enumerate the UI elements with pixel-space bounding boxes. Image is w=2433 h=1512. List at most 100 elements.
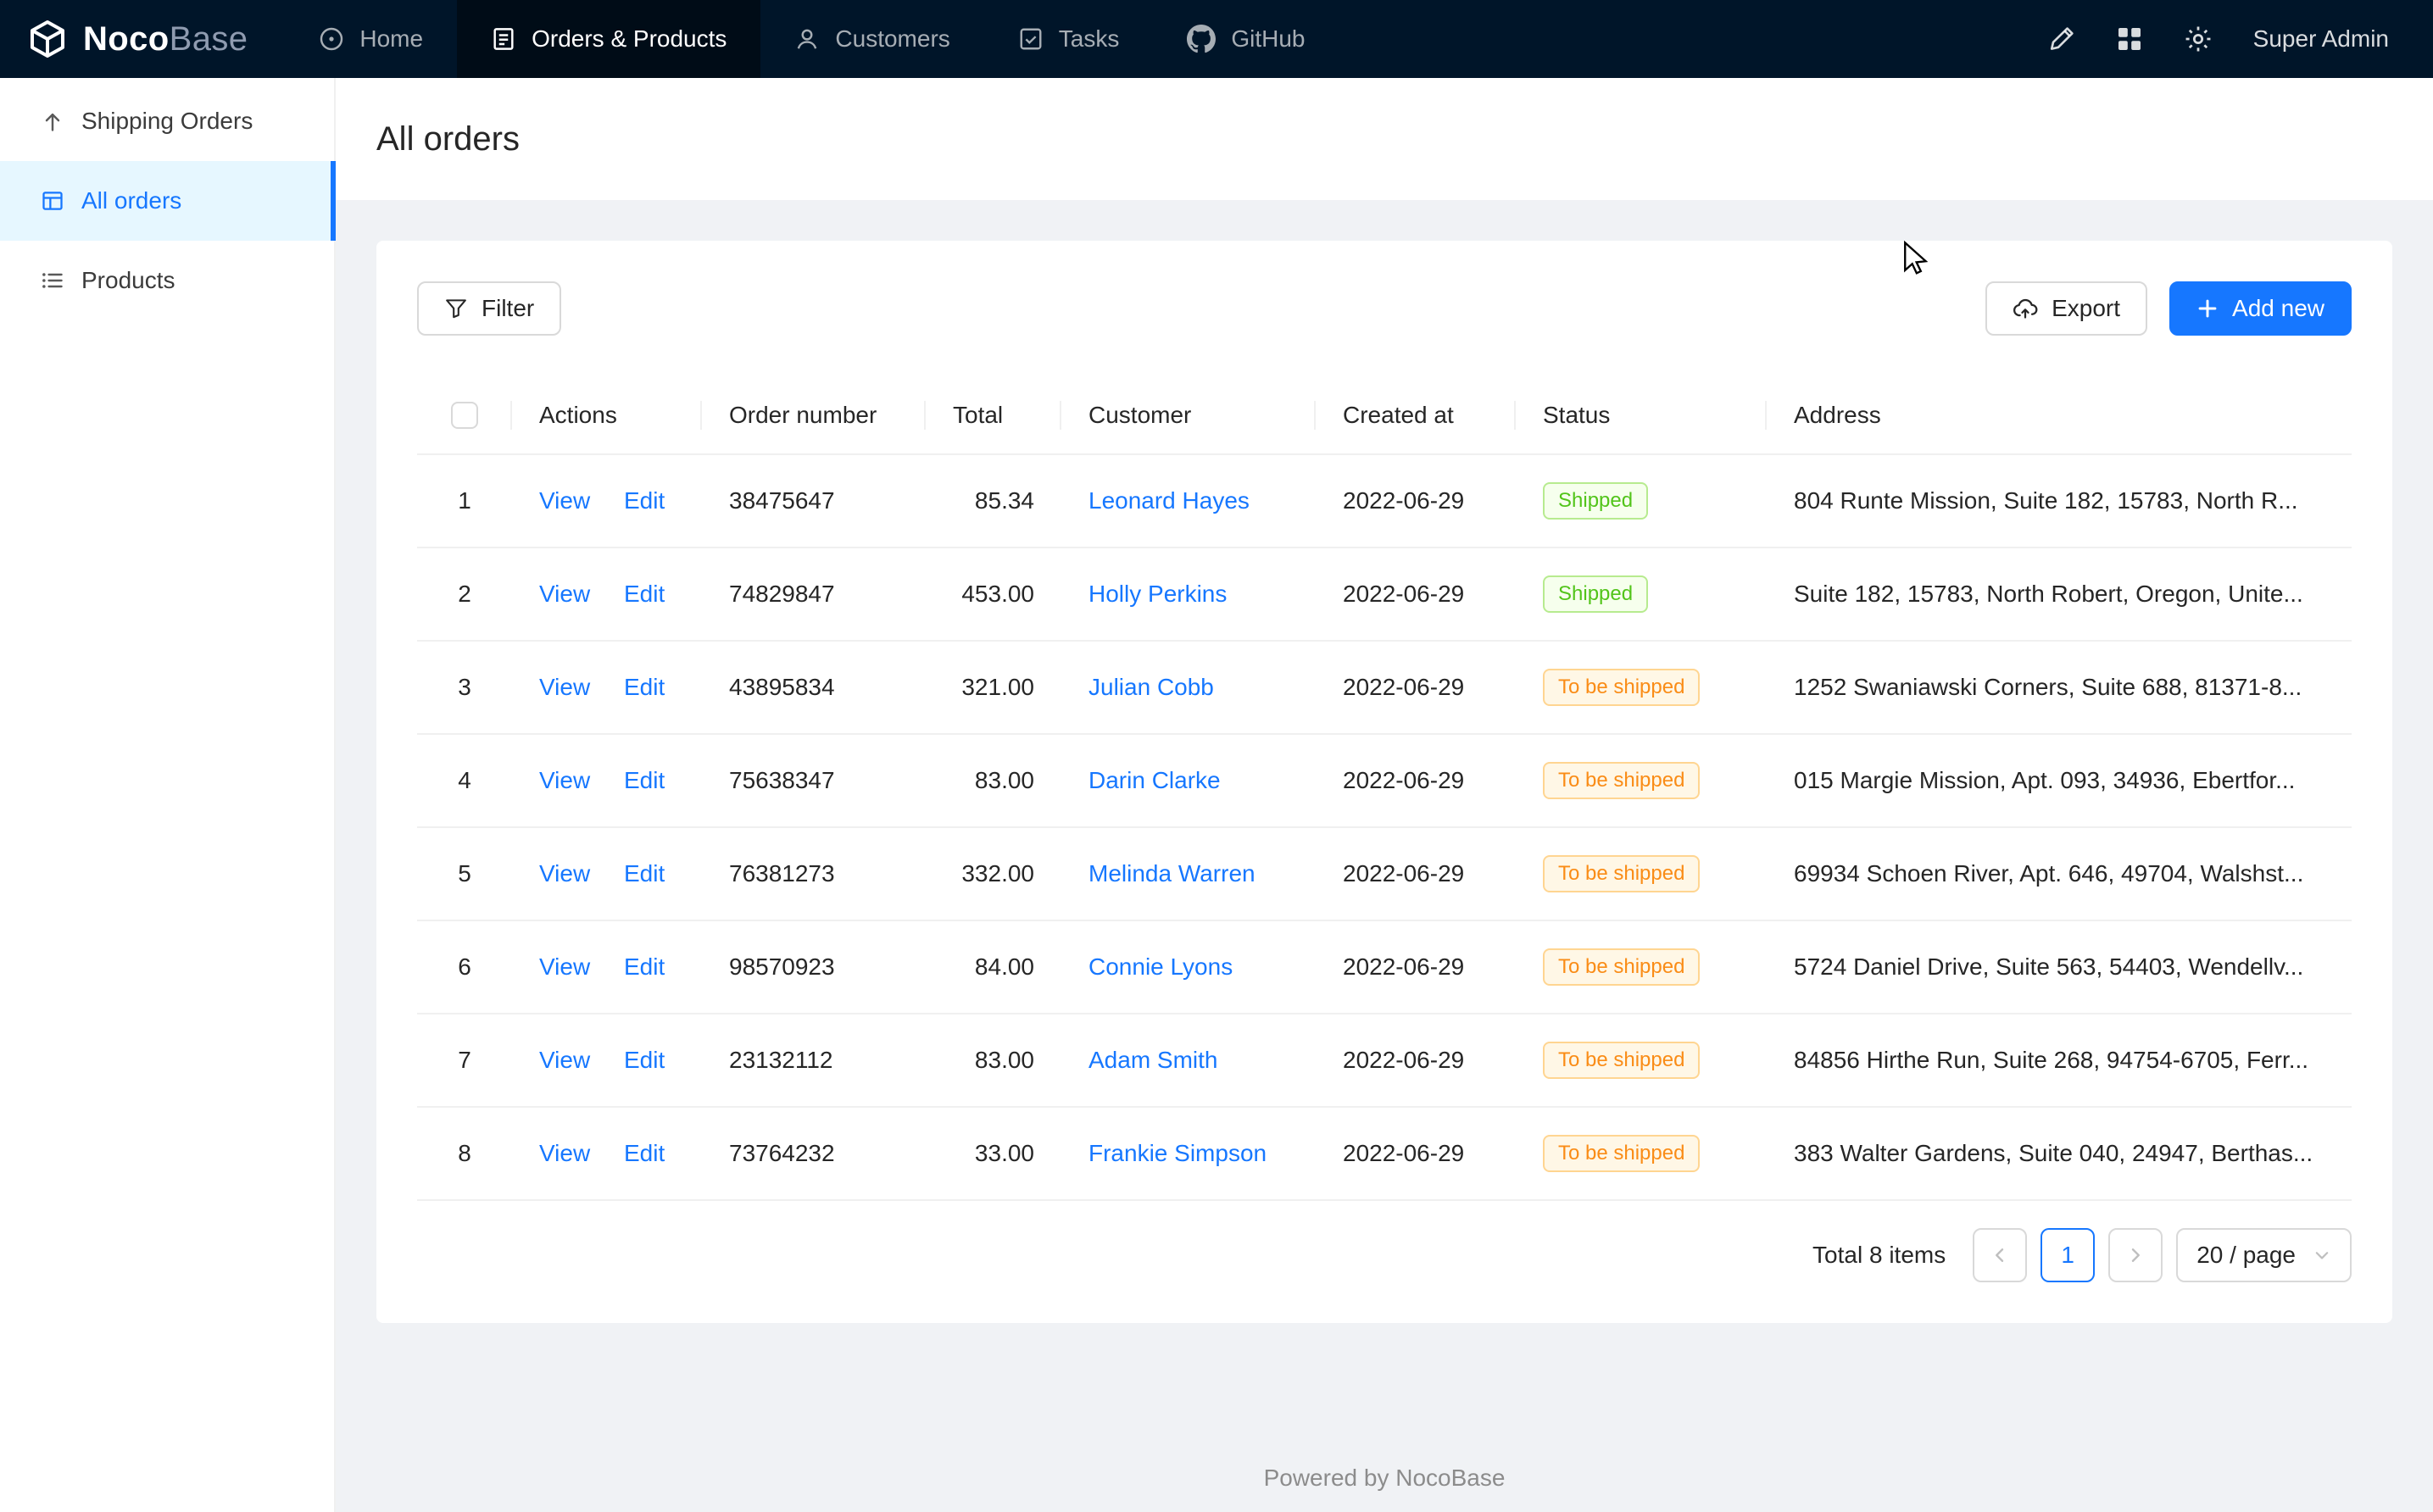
status-badge: To be shipped <box>1543 948 1700 986</box>
edit-link[interactable]: Edit <box>624 1047 665 1073</box>
sidebar-item-shipping-orders[interactable]: Shipping Orders <box>0 81 334 161</box>
select-all-checkbox[interactable] <box>451 402 478 429</box>
tasks-check-icon <box>1018 26 1044 52</box>
column-header-total: Total <box>926 376 1061 454</box>
table-body: 1 View Edit 38475647 85.34 Leonard Hayes… <box>417 454 2352 1200</box>
customer-link[interactable]: Adam Smith <box>1088 1047 1218 1073</box>
page-size-select[interactable]: 20 / page <box>2176 1228 2352 1282</box>
view-link[interactable]: View <box>539 487 590 514</box>
customer-cell: Melinda Warren <box>1061 827 1316 920</box>
brand-name-bold: Noco <box>83 20 170 58</box>
order-number-cell: 38475647 <box>702 454 926 548</box>
address-cell: 84856 Hirthe Run, Suite 268, 94754-6705,… <box>1767 1014 2352 1107</box>
edit-link[interactable]: Edit <box>624 674 665 700</box>
customer-link[interactable]: Frankie Simpson <box>1088 1140 1267 1166</box>
edit-link[interactable]: Edit <box>624 860 665 887</box>
chevron-right-icon <box>2125 1245 2146 1265</box>
main-nav: Home Orders & Products Customers Tasks <box>285 0 1339 78</box>
address-cell: 5724 Daniel Drive, Suite 563, 54403, Wen… <box>1767 920 2352 1014</box>
top-navbar: NocoBase Home Orders & Products Customer… <box>0 0 2433 78</box>
status-cell: Shipped <box>1516 454 1767 548</box>
customer-link[interactable]: Melinda Warren <box>1088 860 1255 887</box>
table-toolbar: Filter Export Add new <box>417 281 2352 336</box>
column-header-address: Address <box>1767 376 2352 454</box>
created-at-cell: 2022-06-29 <box>1316 1107 1516 1200</box>
customer-link[interactable]: Holly Perkins <box>1088 581 1227 607</box>
total-cell: 33.00 <box>926 1107 1061 1200</box>
settings-gear-icon[interactable] <box>2184 25 2213 53</box>
created-at-cell: 2022-06-29 <box>1316 454 1516 548</box>
table-header-row: Actions Order number Total Customer Crea… <box>417 376 2352 454</box>
order-number-cell: 76381273 <box>702 827 926 920</box>
plugin-grid-icon[interactable] <box>2116 25 2143 53</box>
order-number-cell: 98570923 <box>702 920 926 1014</box>
column-header-created-at: Created at <box>1316 376 1516 454</box>
customer-link[interactable]: Connie Lyons <box>1088 953 1233 980</box>
view-link[interactable]: View <box>539 1047 590 1073</box>
export-button[interactable]: Export <box>1985 281 2147 336</box>
cloud-upload-icon <box>2013 296 2038 321</box>
row-actions: View Edit <box>512 1107 702 1200</box>
edit-link[interactable]: Edit <box>624 581 665 607</box>
add-new-button-label: Add new <box>2232 295 2324 322</box>
row-index: 7 <box>417 1014 512 1107</box>
order-number-cell: 73764232 <box>702 1107 926 1200</box>
customer-cell: Darin Clarke <box>1061 734 1316 827</box>
sidebar-item-products[interactable]: Products <box>0 241 334 320</box>
view-link[interactable]: View <box>539 953 590 980</box>
navbar-right-actions: Super Admin <box>2048 0 2433 78</box>
pagination: Total 8 items 1 20 / page <box>417 1228 2352 1282</box>
nav-item-label: Tasks <box>1059 25 1120 53</box>
edit-link[interactable]: Edit <box>624 767 665 793</box>
status-cell: To be shipped <box>1516 1107 1767 1200</box>
nav-item-home[interactable]: Home <box>285 0 457 78</box>
order-number-cell: 43895834 <box>702 641 926 734</box>
table-row: 5 View Edit 76381273 332.00 Melinda Warr… <box>417 827 2352 920</box>
customer-link[interactable]: Julian Cobb <box>1088 674 1214 700</box>
nav-item-customers[interactable]: Customers <box>760 0 983 78</box>
table-row: 3 View Edit 43895834 321.00 Julian Cobb … <box>417 641 2352 734</box>
edit-link[interactable]: Edit <box>624 487 665 514</box>
sidebar: Shipping Orders All orders Products <box>0 78 336 1512</box>
table-icon <box>41 189 64 213</box>
user-menu[interactable]: Super Admin <box>2253 25 2389 53</box>
table-row: 4 View Edit 75638347 83.00 Darin Clarke … <box>417 734 2352 827</box>
add-new-button[interactable]: Add new <box>2169 281 2352 336</box>
edit-link[interactable]: Edit <box>624 1140 665 1166</box>
table-row: 8 View Edit 73764232 33.00 Frankie Simps… <box>417 1107 2352 1200</box>
row-actions: View Edit <box>512 1014 702 1107</box>
nav-item-orders-products[interactable]: Orders & Products <box>457 0 760 78</box>
view-link[interactable]: View <box>539 860 590 887</box>
address-cell: Suite 182, 15783, North Robert, Oregon, … <box>1767 548 2352 641</box>
sidebar-item-all-orders[interactable]: All orders <box>0 161 334 241</box>
nav-item-label: Customers <box>835 25 949 53</box>
filter-button[interactable]: Filter <box>417 281 561 336</box>
edit-link[interactable]: Edit <box>624 953 665 980</box>
created-at-cell: 2022-06-29 <box>1316 827 1516 920</box>
toolbar-right: Export Add new <box>1985 281 2352 336</box>
view-link[interactable]: View <box>539 767 590 793</box>
customer-link[interactable]: Leonard Hayes <box>1088 487 1250 514</box>
view-link[interactable]: View <box>539 674 590 700</box>
next-page-button[interactable] <box>2108 1228 2163 1282</box>
status-cell: To be shipped <box>1516 641 1767 734</box>
view-link[interactable]: View <box>539 1140 590 1166</box>
column-header-status: Status <box>1516 376 1767 454</box>
row-index: 4 <box>417 734 512 827</box>
total-cell: 332.00 <box>926 827 1061 920</box>
nocobase-logo[interactable]: NocoBase <box>0 0 285 78</box>
address-cell: 69934 Schoen River, Apt. 646, 49704, Wal… <box>1767 827 2352 920</box>
ui-editor-pen-icon[interactable] <box>2048 25 2075 53</box>
created-at-cell: 2022-06-29 <box>1316 920 1516 1014</box>
sidebar-item-label: All orders <box>81 187 181 214</box>
status-cell: To be shipped <box>1516 920 1767 1014</box>
previous-page-button[interactable] <box>1973 1228 2027 1282</box>
main-content: Filter Export Add new <box>336 200 2433 1512</box>
customer-link[interactable]: Darin Clarke <box>1088 767 1221 793</box>
nav-item-tasks[interactable]: Tasks <box>984 0 1154 78</box>
nav-item-label: Home <box>359 25 423 53</box>
nav-item-github[interactable]: GitHub <box>1153 0 1339 78</box>
view-link[interactable]: View <box>539 581 590 607</box>
page-number-button[interactable]: 1 <box>2040 1228 2095 1282</box>
table-row: 6 View Edit 98570923 84.00 Connie Lyons … <box>417 920 2352 1014</box>
